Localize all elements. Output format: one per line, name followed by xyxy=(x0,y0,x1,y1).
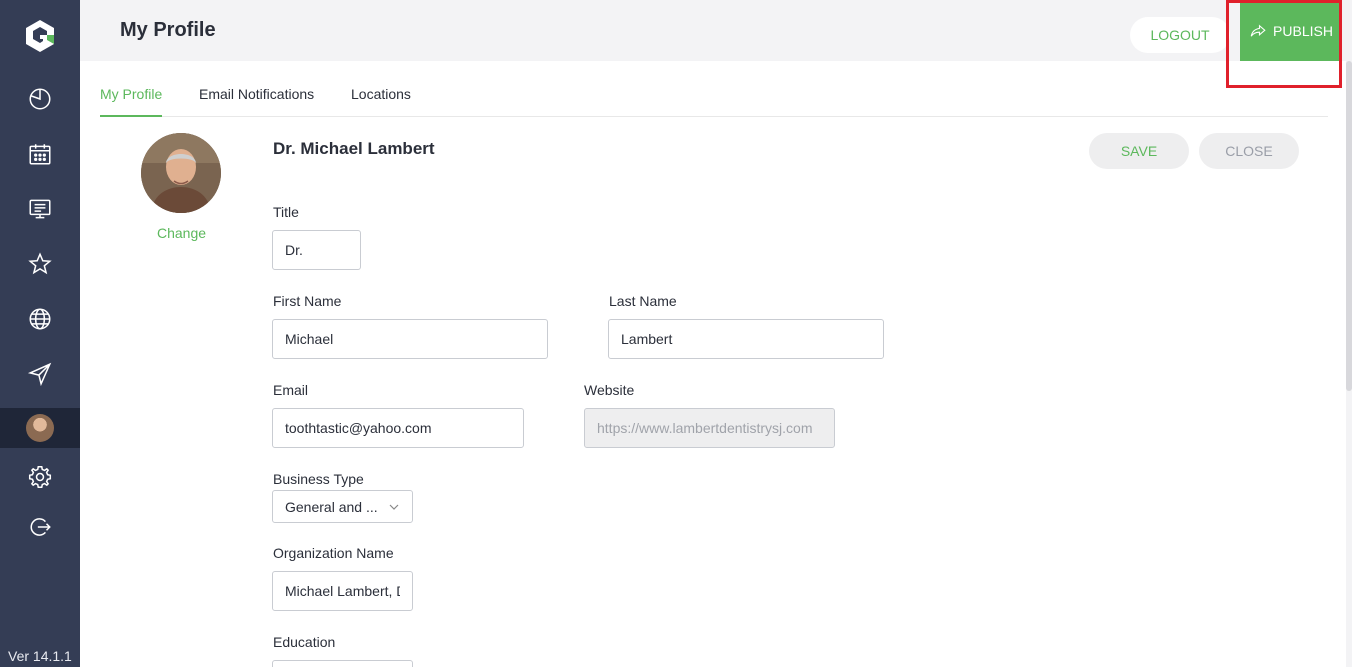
tab-email-notifications[interactable]: Email Notifications xyxy=(199,86,314,117)
logout-icon xyxy=(30,518,51,536)
nav-profile[interactable] xyxy=(0,408,80,448)
business-type-label: Business Type xyxy=(273,471,364,487)
publish-button[interactable]: PUBLISH xyxy=(1240,0,1342,61)
publish-label: PUBLISH xyxy=(1273,22,1333,39)
share-icon xyxy=(1250,24,1266,37)
nav-campaigns[interactable] xyxy=(0,354,80,394)
nav-presentation[interactable] xyxy=(0,189,80,229)
title-field[interactable] xyxy=(272,230,361,270)
nav-dashboard[interactable] xyxy=(0,79,80,119)
business-type-value: General and ... xyxy=(285,498,378,515)
top-header: My Profile LOGOUT PUBLISH xyxy=(80,0,1352,61)
sidebar: Ver 14.1.1 xyxy=(0,0,80,667)
website-field xyxy=(584,408,835,448)
calendar-icon xyxy=(29,144,51,165)
send-icon xyxy=(27,362,52,387)
profile-photo-image xyxy=(141,133,221,213)
nav-settings[interactable] xyxy=(0,457,80,497)
globe-icon xyxy=(29,308,51,330)
title-label: Title xyxy=(273,204,299,220)
scrollbar-thumb[interactable] xyxy=(1346,61,1352,391)
app-version: Ver 14.1.1 xyxy=(8,648,72,664)
app-logo-icon[interactable] xyxy=(22,18,58,54)
page-title: My Profile xyxy=(120,19,216,41)
first-name-label: First Name xyxy=(273,293,342,309)
gear-icon xyxy=(28,465,52,489)
dashboard-icon xyxy=(29,88,51,110)
last-name-field[interactable] xyxy=(608,319,884,359)
save-button[interactable]: SAVE xyxy=(1089,133,1189,169)
tab-my-profile[interactable]: My Profile xyxy=(100,86,163,117)
tab-locations[interactable]: Locations xyxy=(351,86,411,117)
business-type-select[interactable]: General and ... xyxy=(272,490,413,523)
change-photo-link[interactable]: Change xyxy=(157,225,206,241)
profile-full-name: Dr. Michael Lambert xyxy=(273,139,435,158)
profile-photo xyxy=(141,133,221,213)
first-name-field[interactable] xyxy=(272,319,548,359)
profile-tabs: My Profile Email Notifications Locations xyxy=(100,76,1328,117)
nav-website[interactable] xyxy=(0,299,80,339)
education-field[interactable] xyxy=(272,660,413,667)
website-label: Website xyxy=(584,382,635,398)
organization-name-field[interactable] xyxy=(272,571,413,611)
monitor-icon xyxy=(29,199,51,219)
education-label: Education xyxy=(273,634,336,650)
page-scrollbar[interactable] xyxy=(1346,61,1352,667)
email-label: Email xyxy=(273,382,309,398)
logout-button[interactable]: LOGOUT xyxy=(1130,17,1230,53)
star-icon xyxy=(28,252,52,275)
email-field[interactable] xyxy=(272,408,524,448)
last-name-label: Last Name xyxy=(609,293,677,309)
organization-name-label: Organization Name xyxy=(273,545,394,561)
chevron-down-icon xyxy=(389,504,399,510)
nav-reviews[interactable] xyxy=(0,244,80,284)
close-button[interactable]: CLOSE xyxy=(1199,133,1299,169)
nav-calendar[interactable] xyxy=(0,134,80,174)
nav-logout[interactable] xyxy=(0,507,80,547)
user-avatar xyxy=(26,414,54,442)
